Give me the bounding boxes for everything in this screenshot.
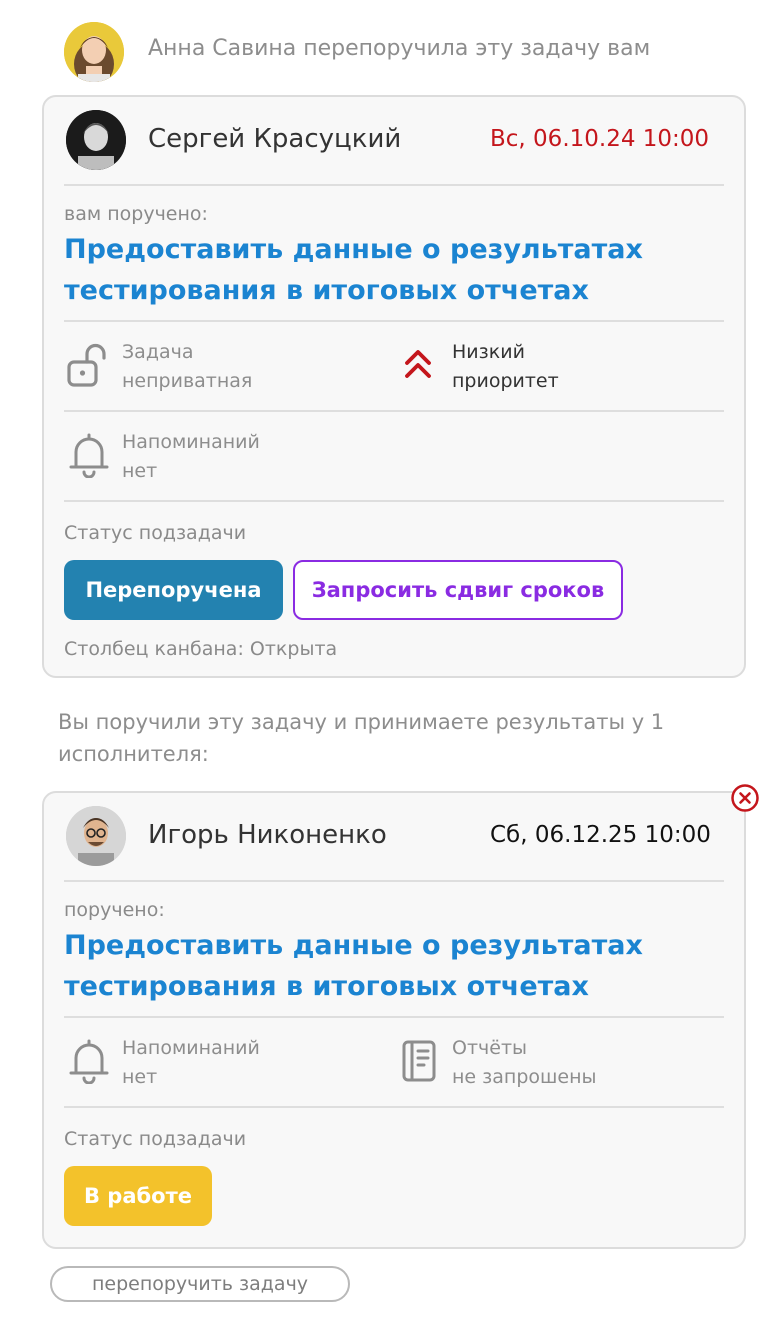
reports-line: Отчёты — [452, 1037, 528, 1059]
assigned-label: поручено: — [64, 899, 165, 921]
reminders-line: нет — [122, 460, 158, 482]
reminders-status: Напоминаний нет — [122, 428, 260, 486]
divider — [64, 1016, 724, 1018]
reassign-task-button[interactable]: перепоручить задачу — [50, 1266, 350, 1302]
assigned-label: вам поручено: — [64, 203, 208, 225]
priority-line: приоритет — [452, 370, 559, 392]
privacy-line: неприватная — [122, 370, 253, 392]
reminders-line: нет — [122, 1066, 158, 1088]
priority-line: Низкий — [452, 341, 525, 363]
reminders-line: Напоминаний — [122, 1037, 260, 1059]
delegation-info-line: Вы поручили эту задачу и принимаете резу… — [58, 710, 665, 734]
reminders-line: Напоминаний — [122, 431, 260, 453]
subtask-status-label: Статус подзадачи — [64, 1128, 247, 1150]
due-date: Сб, 06.12.25 10:00 — [490, 822, 711, 848]
task-title-line: Предоставить данные о результатах — [64, 234, 643, 265]
close-icon[interactable] — [730, 783, 760, 813]
status-in-progress-button[interactable]: В работе — [64, 1166, 212, 1226]
privacy-line: Задача — [122, 341, 194, 363]
divider — [64, 500, 724, 502]
task-title[interactable]: Предоставить данные о результатах тестир… — [64, 229, 643, 311]
reassign-notice: Анна Савина перепоручила эту задачу вам — [148, 36, 651, 61]
status-reassigned-button[interactable]: Перепоручена — [64, 560, 283, 620]
task-title-line: тестирования в итоговых отчетах — [64, 971, 589, 1002]
delegation-info-line: исполнителя: — [58, 742, 209, 766]
report-notebook-icon — [400, 1038, 440, 1084]
unlock-icon — [66, 342, 110, 388]
request-deadline-shift-button[interactable]: Запросить сдвиг сроков — [293, 560, 623, 620]
divider — [64, 184, 724, 186]
kanban-column: Столбец канбана: Открыта — [64, 638, 338, 660]
bell-icon — [68, 432, 110, 478]
priority-status: Низкий приоритет — [452, 338, 559, 396]
divider — [64, 1106, 724, 1108]
reports-status: Отчёты не запрошены — [452, 1034, 597, 1092]
reminders-status: Напоминаний нет — [122, 1034, 260, 1092]
priority-chevrons-icon — [402, 346, 434, 382]
task-title-line: тестирования в итоговых отчетах — [64, 275, 589, 306]
due-date: Вс, 06.10.24 10:00 — [490, 126, 710, 152]
reports-line: не запрошены — [452, 1066, 597, 1088]
assignee-name: Игорь Никоненко — [148, 820, 387, 850]
divider — [64, 320, 724, 322]
avatar-sergey — [66, 110, 126, 170]
divider — [64, 410, 724, 412]
divider — [64, 880, 724, 882]
subtask-status-label: Статус подзадачи — [64, 522, 247, 544]
task-title[interactable]: Предоставить данные о результатах тестир… — [64, 925, 643, 1007]
delegation-info: Вы поручили эту задачу и принимаете резу… — [58, 706, 664, 770]
privacy-status: Задача неприватная — [122, 338, 252, 396]
assigner-name: Сергей Красуцкий — [148, 124, 402, 154]
task-title-line: Предоставить данные о результатах — [64, 930, 643, 961]
avatar-anna — [64, 22, 124, 82]
avatar-igor — [66, 806, 126, 866]
bell-icon — [68, 1038, 110, 1084]
